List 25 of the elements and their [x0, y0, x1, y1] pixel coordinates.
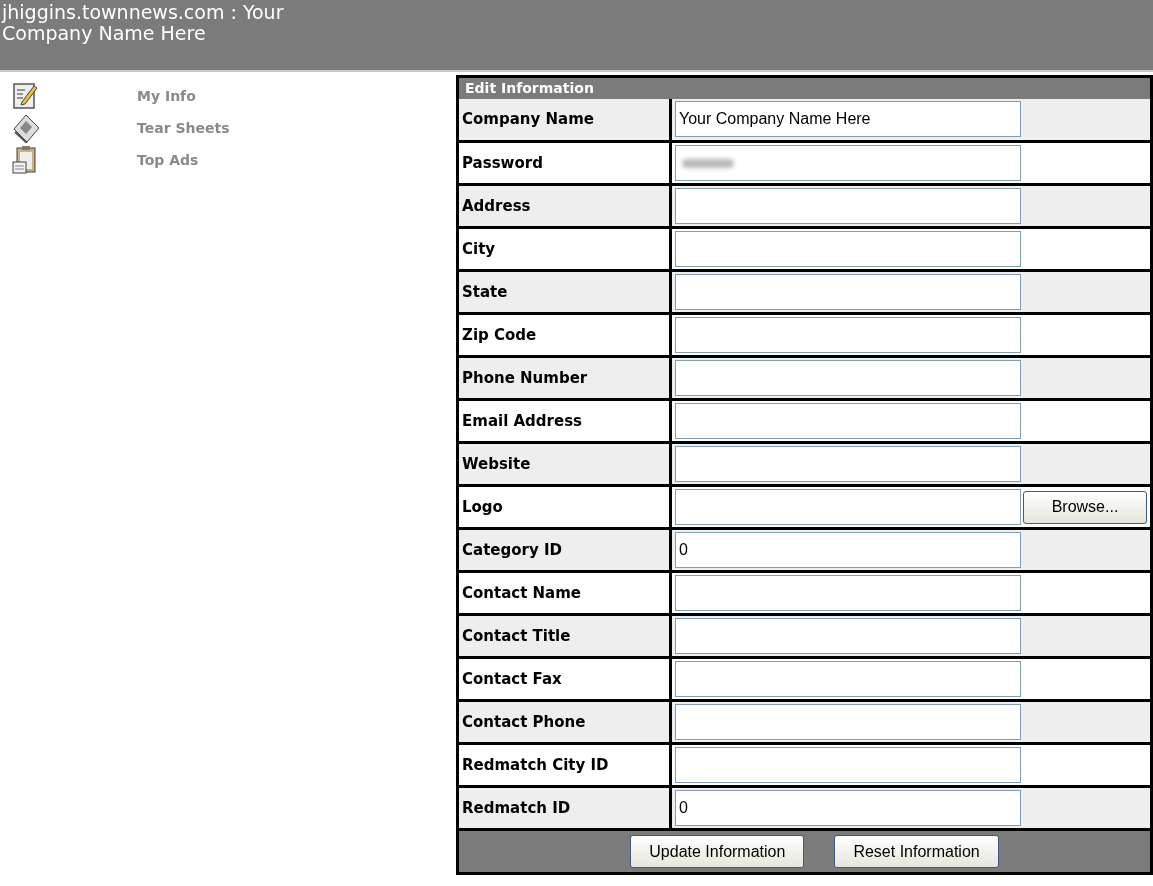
input-field[interactable]: [675, 231, 1021, 267]
blurred-password: [682, 158, 734, 168]
input-field[interactable]: [675, 704, 1021, 740]
input-field[interactable]: [675, 317, 1021, 353]
input-field[interactable]: [675, 575, 1021, 611]
input-field[interactable]: [675, 360, 1021, 396]
input-field[interactable]: Your Company Name Here: [675, 101, 1021, 138]
password-field[interactable]: [675, 145, 1021, 181]
form-button[interactable]: Reset Information: [834, 835, 999, 868]
input-field[interactable]: [675, 274, 1021, 310]
input-field[interactable]: [675, 188, 1021, 224]
form-header: Edit Information: [457, 76, 1152, 99]
file-path-field[interactable]: [675, 489, 1021, 525]
input-field[interactable]: [675, 747, 1021, 783]
input-field[interactable]: [675, 618, 1021, 654]
clipboard-icon[interactable]: [12, 145, 38, 175]
notepad-pencil-icon[interactable]: [12, 82, 38, 110]
input-field[interactable]: 0: [675, 790, 1021, 826]
input-field[interactable]: [675, 446, 1021, 482]
browse-button[interactable]: Browse...: [1023, 490, 1147, 524]
input-field[interactable]: [675, 403, 1021, 439]
page-title: jhiggins.townnews.com : Your Company Name Here: [2, 2, 285, 44]
input-field[interactable]: 0: [675, 532, 1021, 568]
form-button[interactable]: Update Information: [630, 835, 805, 868]
input-field[interactable]: [675, 661, 1021, 697]
